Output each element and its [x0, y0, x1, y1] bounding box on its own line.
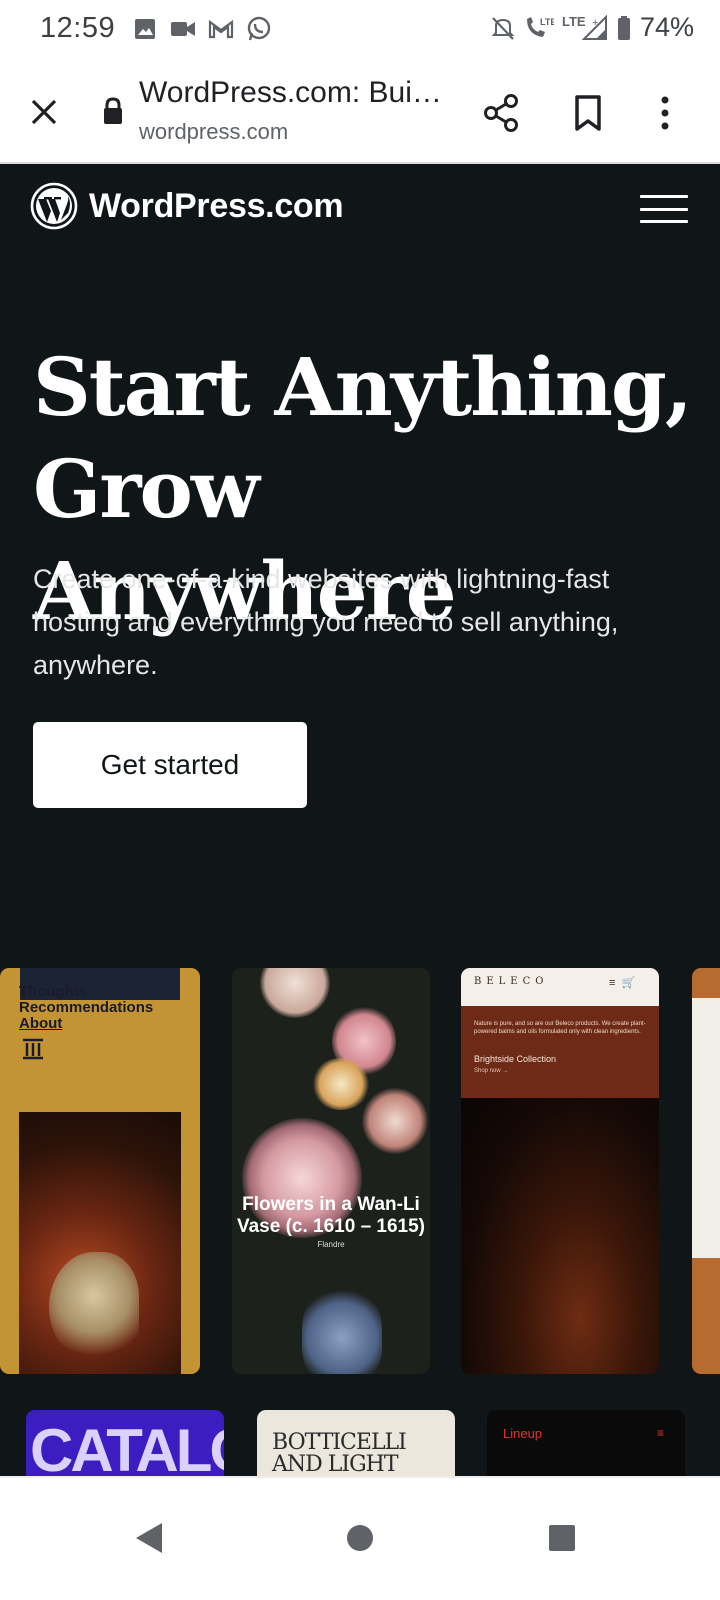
share-icon [484, 94, 518, 132]
svg-text:LTE: LTE [562, 15, 586, 29]
hamburger-icon-bar [640, 195, 688, 198]
card-nav-text: Thoughts Recommendations About [19, 984, 153, 1032]
hamburger-icon-bar [640, 220, 688, 223]
menu-icon: ≡ [657, 1426, 665, 1440]
flower-image [312, 1058, 370, 1110]
card-nav-item: About [19, 1015, 63, 1032]
home-button[interactable] [330, 1508, 390, 1568]
recents-square-icon [549, 1525, 575, 1551]
card-title: CATALOG [30, 1417, 224, 1484]
card-caption: Flowers in a Wan-Li Vase (c. 1610 – 1615… [232, 1194, 430, 1238]
page-url[interactable]: wordpress.com [139, 119, 288, 145]
wordpress-logo-icon [30, 182, 78, 230]
card-image [692, 998, 720, 1258]
lock-icon [101, 96, 125, 126]
logo-text: WordPress.com [89, 186, 344, 225]
back-button[interactable] [119, 1508, 179, 1568]
card-shop-link: Shop now → [474, 1068, 509, 1074]
battery-icon [616, 15, 632, 41]
get-started-button[interactable]: Get started [33, 722, 307, 808]
menu-cart-icon: ≡ 🛒 [609, 977, 636, 989]
back-triangle-icon [136, 1523, 162, 1553]
close-button[interactable] [22, 90, 66, 134]
signal-icon: LTE + [562, 14, 608, 41]
lte-call-icon: LTE [524, 15, 554, 41]
card-title-line: BOTTICELLI [272, 1430, 407, 1455]
card-title: BOTTICELLI AND LIGHT [272, 1430, 407, 1477]
svg-text:LTE: LTE [540, 17, 554, 27]
notification-icons [132, 16, 272, 42]
more-options-button[interactable] [640, 88, 690, 138]
close-icon [31, 99, 57, 125]
page-title[interactable]: WordPress.com: Bui… [139, 76, 459, 110]
card-banner: Nature is pure, and so are our Beleco pr… [461, 1006, 659, 1098]
card-nav-item: Recommendations [19, 999, 154, 1016]
card-credit: Flandre [317, 1240, 345, 1249]
bookmark-button[interactable] [563, 88, 613, 138]
battery-percent: 74% [639, 12, 694, 42]
menu-button[interactable] [638, 190, 690, 228]
card-portrait-image [461, 1098, 659, 1374]
bookmark-icon [575, 95, 601, 131]
status-bar: 12:59 LTE LTE + 74% [0, 0, 720, 62]
theme-card-beleco[interactable]: BELECO ≡ 🛒 Nature is pure, and so are ou… [461, 968, 659, 1374]
home-circle-icon [347, 1525, 373, 1551]
hero-title-line-1: Start Anything, [33, 340, 693, 434]
screen: 12:59 LTE LTE + 74% WordPress.com: Bui… … [0, 0, 720, 1600]
card-painting-image [19, 1112, 181, 1374]
gallery-icon [132, 16, 158, 42]
gmail-icon [208, 16, 234, 42]
share-button[interactable] [477, 88, 527, 138]
more-vert-icon [661, 96, 669, 130]
hero-subtitle: Create one-of-a-kind websites with light… [33, 564, 619, 680]
theme-card-thoughts[interactable]: Thoughts Recommendations About [0, 968, 200, 1374]
flower-image [260, 968, 330, 1018]
card-collection: Brightside Collection [474, 1054, 557, 1064]
system-nav-bar [0, 1476, 720, 1600]
card-title: Lineup [503, 1426, 543, 1441]
card-title-line: AND LIGHT [272, 1452, 399, 1477]
caption-line: Flowers in a Wan-Li [242, 1194, 420, 1215]
card-header: BELECO ≡ 🛒 [461, 968, 659, 1006]
caption-line: Vase (c. 1610 – 1615) [236, 1216, 426, 1237]
browser-toolbar: WordPress.com: Bui… wordpress.com [0, 62, 720, 164]
painting-figure [49, 1252, 139, 1362]
recents-button[interactable] [532, 1508, 592, 1568]
mute-icon [490, 15, 516, 41]
video-icon [170, 16, 196, 42]
card-nav-item: Thoughts [19, 983, 88, 1000]
roman-numeral-icon [23, 1038, 43, 1060]
theme-card-partial[interactable] [692, 968, 720, 1374]
flower-image [362, 1088, 428, 1154]
system-icons: LTE LTE + 74% [490, 12, 694, 43]
card-tagline: Nature is pure, and so are our Beleco pr… [474, 1021, 646, 1035]
site-header: WordPress.com [0, 164, 720, 254]
card-brand: BELECO [474, 976, 549, 987]
whatsapp-icon [246, 16, 272, 42]
status-time: 12:59 [40, 12, 116, 44]
hamburger-icon-bar [640, 207, 688, 211]
vase-image [302, 1288, 382, 1374]
wordpress-logo-link[interactable]: WordPress.com [30, 182, 344, 230]
theme-card-flowers[interactable]: Flowers in a Wan-Li Vase (c. 1610 – 1615… [232, 968, 430, 1374]
